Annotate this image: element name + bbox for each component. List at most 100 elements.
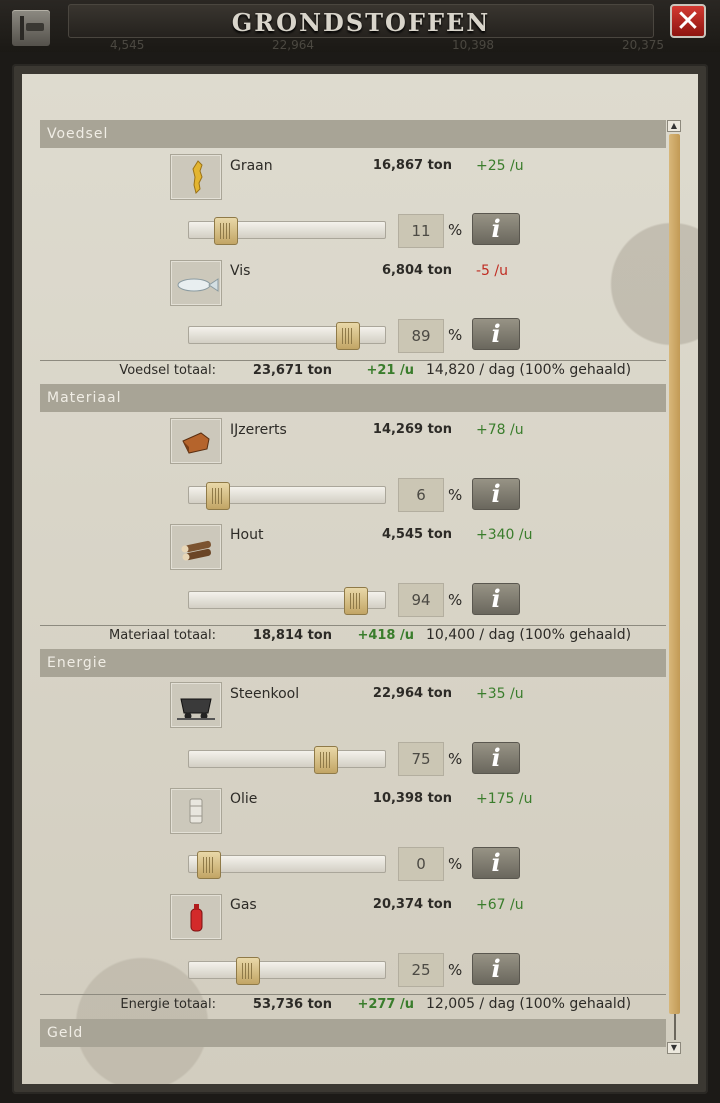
percent-input[interactable]: 0 [398, 847, 444, 881]
percent-input[interactable]: 11 [398, 214, 444, 248]
percent-input[interactable]: 6 [398, 478, 444, 512]
gas-canister-icon [170, 894, 222, 940]
total-rate: +418 /u [357, 628, 414, 643]
slider-handle[interactable] [206, 482, 231, 510]
wheat-icon [170, 154, 222, 200]
title-bar: GRONDSTOFFEN [68, 4, 654, 38]
resource-name: Hout [230, 527, 264, 543]
window-header: GRONDSTOFFEN ✕ 4,545 22,964 10,398 20,37… [0, 0, 720, 52]
total-label: Materiaal totaal: [109, 628, 216, 643]
percent-input[interactable]: 75 [398, 742, 444, 776]
total-label: Voedsel totaal: [119, 363, 216, 378]
info-button[interactable]: i [472, 847, 520, 879]
section-title: Materiaal [47, 390, 122, 406]
percent-sign: % [448, 961, 463, 979]
section-header-energy: Energie [40, 649, 666, 677]
total-amount: 18,814 ton [252, 628, 332, 643]
slider-handle[interactable] [343, 587, 368, 615]
divider [40, 360, 666, 361]
percent-slider[interactable] [188, 957, 386, 985]
section-header-food: Voedsel [40, 120, 666, 148]
percent-input[interactable]: 25 [398, 953, 444, 987]
info-button[interactable]: i [472, 478, 520, 510]
ghost-number: 22,964 [272, 40, 314, 52]
percent-slider[interactable] [188, 587, 386, 615]
total-daily: 12,005 / dag (100% gehaald) [426, 996, 632, 1012]
resource-name: Gas [230, 897, 257, 913]
slider-handle[interactable] [314, 746, 338, 774]
total-amount: 23,671 ton [252, 363, 332, 378]
divider [40, 994, 666, 995]
resource-amount: 22,964 ton [372, 686, 452, 701]
info-button[interactable]: i [472, 213, 520, 245]
fish-icon [170, 260, 222, 306]
resource-rate: -5 /u [476, 263, 508, 279]
resource-name: Vis [230, 263, 251, 279]
slider-handle[interactable] [236, 957, 260, 985]
resource-rate: +67 /u [476, 897, 524, 913]
percent-input[interactable]: 94 [398, 583, 444, 617]
iron-ore-icon [170, 418, 222, 464]
percent-slider[interactable] [188, 482, 386, 510]
section-title: Energie [47, 655, 108, 671]
slider-handle[interactable] [335, 322, 360, 350]
scrollbar[interactable]: ▲ ▼ [666, 120, 684, 1054]
resource-rate: +25 /u [476, 158, 524, 174]
info-button[interactable]: i [472, 742, 520, 774]
info-button[interactable]: i [472, 953, 520, 985]
section-title: Voedsel [47, 126, 109, 142]
resource-rate: +340 /u [476, 527, 533, 543]
section-header-material: Materiaal [40, 384, 666, 412]
resource-name: Olie [230, 791, 258, 807]
close-button[interactable]: ✕ [670, 4, 706, 39]
percent-sign: % [448, 591, 463, 609]
resource-name: Steenkool [230, 686, 300, 702]
ghost-number: 4,545 [110, 40, 145, 52]
scroll-down-button[interactable]: ▼ [667, 1042, 681, 1054]
header-ghost-numbers: 4,545 22,964 10,398 20,375 [0, 40, 720, 52]
resource-name: Graan [230, 158, 273, 174]
resource-rate: +175 /u [476, 791, 533, 807]
chevron-down-icon: ▼ [670, 1043, 678, 1052]
total-rate: +277 /u [357, 997, 414, 1012]
percent-slider[interactable] [188, 217, 386, 245]
ghost-number: 20,375 [622, 40, 664, 52]
resource-rate: +35 /u [476, 686, 524, 702]
scroll-thumb[interactable] [669, 134, 680, 1014]
percent-sign: % [448, 326, 463, 344]
total-daily: 10,400 / dag (100% gehaald) [426, 627, 632, 643]
coal-cart-icon [170, 682, 222, 728]
resource-amount: 20,374 ton [372, 897, 452, 912]
resource-amount: 14,269 ton [372, 422, 452, 437]
close-icon: ✕ [675, 4, 701, 39]
section-title: Geld [47, 1025, 84, 1041]
percent-slider[interactable] [188, 851, 386, 879]
chevron-up-icon: ▲ [670, 121, 678, 130]
wood-logs-icon [170, 524, 222, 570]
total-amount: 53,736 ton [252, 997, 332, 1012]
info-button[interactable]: i [472, 318, 520, 350]
resource-list: Voedsel Graan 16,867 ton +25 /u 11 % i V… [40, 120, 666, 1050]
resource-amount: 4,545 ton [381, 527, 452, 542]
oil-barrel-icon [170, 788, 222, 834]
resource-name: IJzererts [230, 422, 287, 438]
resource-rate: +78 /u [476, 422, 524, 438]
window-title: GRONDSTOFFEN [231, 8, 491, 37]
resource-amount: 16,867 ton [372, 158, 452, 173]
total-daily: 14,820 / dag (100% gehaald) [426, 362, 632, 378]
total-label: Energie totaal: [120, 997, 216, 1012]
percent-sign: % [448, 750, 463, 768]
scroll-up-button[interactable]: ▲ [667, 120, 681, 132]
slider-handle[interactable] [214, 217, 239, 245]
percent-slider[interactable] [188, 746, 386, 774]
percent-sign: % [448, 855, 463, 873]
percent-input[interactable]: 89 [398, 319, 444, 353]
percent-sign: % [448, 221, 463, 239]
resource-amount: 6,804 ton [381, 263, 452, 278]
percent-slider[interactable] [188, 322, 386, 350]
resource-amount: 10,398 ton [372, 791, 452, 806]
total-rate: +21 /u [366, 363, 414, 378]
section-header-money: Geld [40, 1019, 666, 1047]
info-button[interactable]: i [472, 583, 520, 615]
slider-handle[interactable] [197, 851, 221, 879]
